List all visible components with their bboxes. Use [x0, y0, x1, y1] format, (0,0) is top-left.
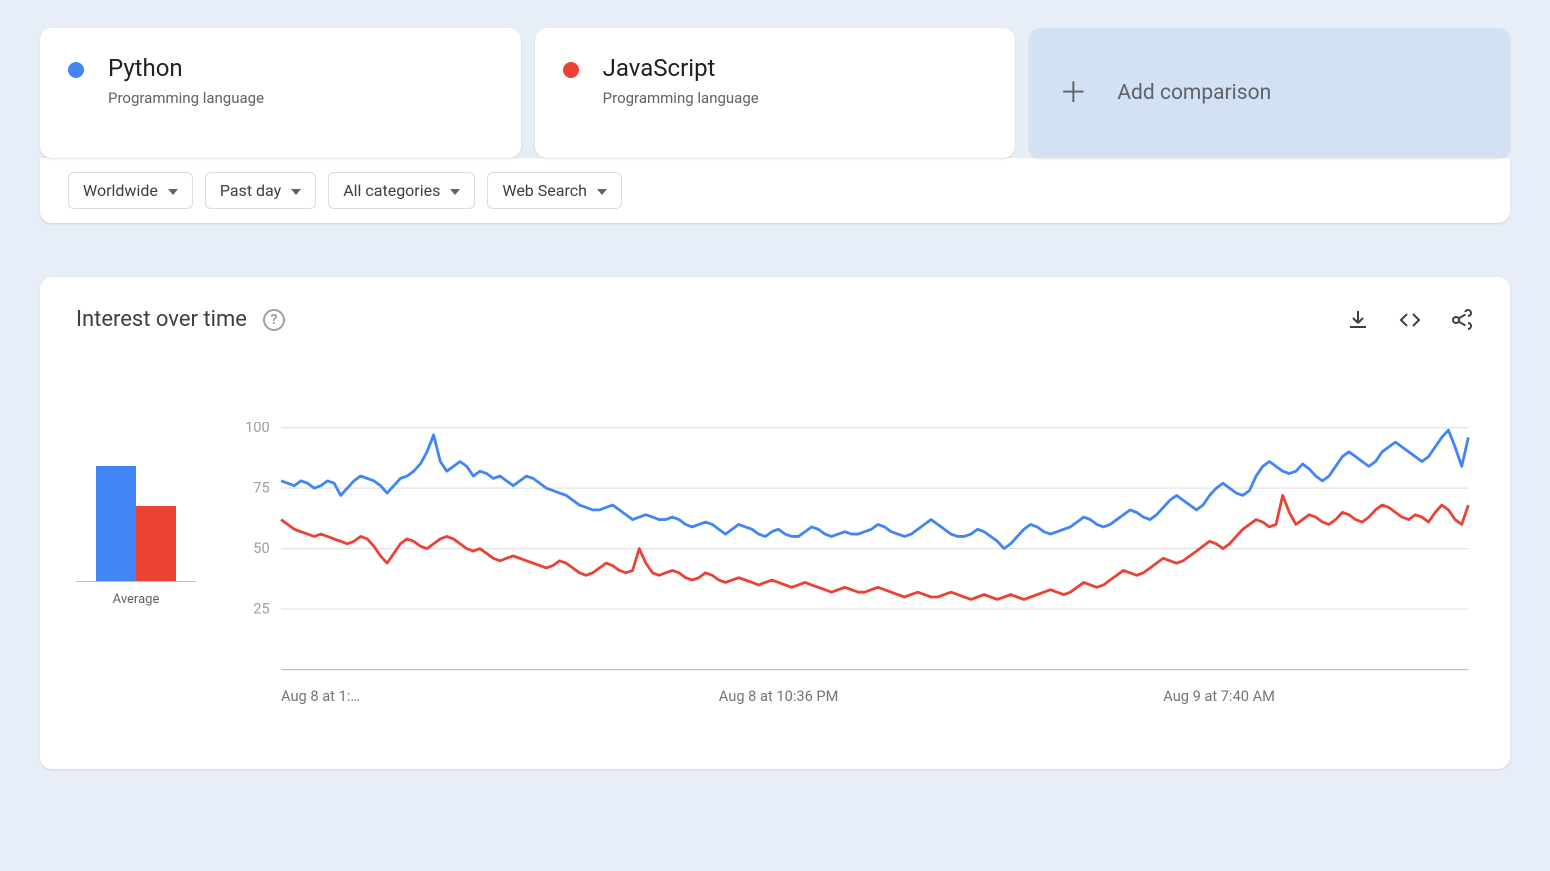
help-icon[interactable]: ? — [263, 309, 285, 331]
svg-text:Aug 9 at 7:40 AM: Aug 9 at 7:40 AM — [1163, 687, 1275, 705]
chevron-down-icon — [597, 189, 607, 195]
line-chart: 25 50 75 100 Aug 8 at 1:… Aug 8 at 10:36 PM Au… — [236, 422, 1474, 719]
embed-button[interactable] — [1398, 308, 1422, 332]
svg-text:Aug 8 at 1:…: Aug 8 at 1:… — [281, 687, 360, 705]
download-icon — [1346, 308, 1370, 332]
interest-over-time-panel: Interest over time ? Average — [40, 277, 1510, 769]
download-button[interactable] — [1346, 308, 1370, 332]
comparison-subtitle: Programming language — [108, 89, 264, 107]
average-column: Average — [76, 422, 196, 719]
share-icon — [1450, 308, 1474, 332]
chevron-down-icon — [450, 189, 460, 195]
svg-text:50: 50 — [253, 539, 269, 557]
series-color-dot — [563, 62, 579, 78]
average-bar — [96, 466, 136, 581]
comparison-term: JavaScript — [603, 54, 759, 83]
search-type-filter[interactable]: Web Search — [487, 172, 622, 209]
comparison-term: Python — [108, 54, 264, 83]
add-comparison-label: Add comparison — [1117, 81, 1271, 105]
time-range-filter[interactable]: Past day — [205, 172, 316, 209]
svg-text:Aug 8 at 10:36 PM: Aug 8 at 10:36 PM — [719, 687, 839, 705]
comparison-card[interactable]: Python Programming language — [40, 28, 521, 158]
svg-text:75: 75 — [253, 479, 269, 497]
chip-label: Worldwide — [83, 181, 158, 200]
average-bars — [76, 422, 196, 582]
chevron-down-icon — [291, 189, 301, 195]
panel-actions — [1346, 308, 1474, 332]
region-filter[interactable]: Worldwide — [68, 172, 193, 209]
share-button[interactable] — [1450, 308, 1474, 332]
comparison-card[interactable]: JavaScript Programming language — [535, 28, 1016, 158]
category-filter[interactable]: All categories — [328, 172, 475, 209]
panel-title: Interest over time — [76, 307, 247, 332]
code-icon — [1398, 308, 1422, 332]
chevron-down-icon — [168, 189, 178, 195]
svg-text:100: 100 — [245, 422, 270, 436]
average-label: Average — [113, 592, 160, 607]
chip-label: Web Search — [502, 181, 587, 200]
series-color-dot — [68, 62, 84, 78]
filters-bar: Worldwide Past day All categories Web Se… — [40, 158, 1510, 223]
chart-area: Average 25 50 75 100 Aug 8 at 1:… Aug 8 at 10… — [76, 422, 1474, 719]
chip-label: All categories — [343, 181, 440, 200]
panel-header: Interest over time ? — [76, 307, 1474, 332]
comparison-subtitle: Programming language — [603, 89, 759, 107]
average-bar — [136, 506, 176, 581]
line-chart-svg: 25 50 75 100 Aug 8 at 1:… Aug 8 at 10:36 PM Au… — [236, 422, 1474, 715]
add-comparison-button[interactable]: ＋ Add comparison — [1029, 28, 1510, 158]
svg-text:25: 25 — [253, 600, 269, 618]
comparison-row: Python Programming language JavaScript P… — [40, 28, 1510, 158]
plus-icon: ＋ — [1057, 79, 1093, 107]
chip-label: Past day — [220, 181, 281, 200]
